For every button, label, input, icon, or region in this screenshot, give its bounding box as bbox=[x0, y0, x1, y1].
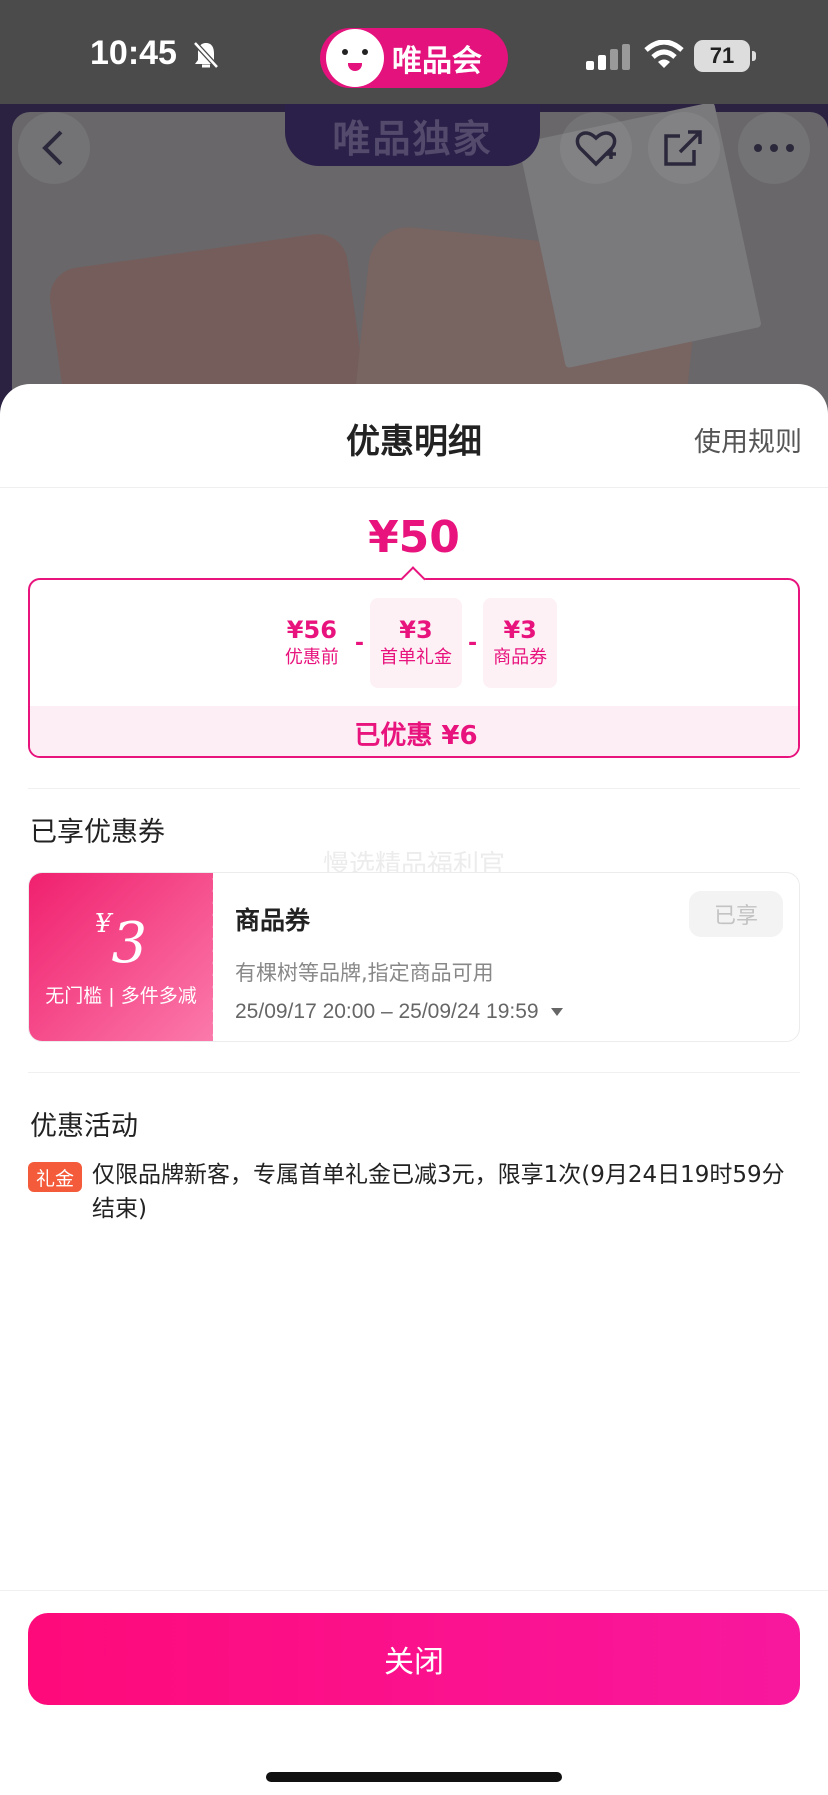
gift-cash-tag: 礼金 bbox=[28, 1162, 82, 1192]
battery-level: 71 bbox=[709, 43, 735, 68]
usage-rules-link[interactable]: 使用规则 bbox=[694, 420, 802, 459]
breakdown-label: 首单礼金 bbox=[380, 647, 452, 668]
breakdown-label: 商品券 bbox=[493, 647, 548, 668]
chevron-down-icon[interactable] bbox=[550, 1008, 563, 1017]
minus-operator: - bbox=[354, 630, 364, 656]
coupon-card[interactable]: ¥3 无门槛 | 多件多减 商品券 已享 有棵树等品牌,指定商品可用 25/09… bbox=[28, 872, 800, 1042]
coupon-value-panel: ¥3 无门槛 | 多件多减 bbox=[29, 873, 213, 1041]
section-divider bbox=[28, 788, 800, 789]
home-indicator[interactable] bbox=[266, 1772, 562, 1782]
first-order-gift-item: ¥3 首单礼金 bbox=[370, 598, 462, 688]
app-logo-icon bbox=[326, 29, 384, 87]
coupon-amount: ¥3 bbox=[29, 909, 213, 976]
breakdown-amount: ¥3 bbox=[399, 616, 433, 644]
coupon-currency: ¥ bbox=[94, 909, 112, 939]
cellular-signal-icon bbox=[586, 44, 630, 70]
coupon-enjoyed-badge: 已享 bbox=[689, 891, 783, 937]
original-price-item: ¥56 优惠前 bbox=[275, 598, 349, 688]
product-coupon-item: ¥3 商品券 bbox=[483, 598, 558, 688]
minus-operator: - bbox=[468, 630, 478, 656]
coupon-name: 商品券 bbox=[235, 906, 311, 935]
coupon-description: 有棵树等品牌,指定商品可用 bbox=[235, 961, 494, 985]
breakdown-amount: ¥3 bbox=[503, 616, 537, 644]
close-button[interactable]: 关闭 bbox=[28, 1613, 800, 1705]
final-price: ¥50 bbox=[368, 512, 460, 563]
coupon-amount-value: 3 bbox=[111, 911, 148, 976]
status-bar: 10:45 唯品会 71 bbox=[0, 0, 828, 104]
breakdown-amount: ¥56 bbox=[286, 616, 337, 644]
coupon-validity-text: 25/09/17 20:00 – 25/09/24 19:59 bbox=[235, 1000, 539, 1023]
activity-section-title: 优惠活动 bbox=[30, 1111, 138, 1142]
silent-bell-icon bbox=[192, 40, 220, 70]
app-name: 唯品会 bbox=[392, 44, 482, 79]
coupon-validity[interactable]: 25/09/17 20:00 – 25/09/24 19:59 bbox=[235, 1000, 563, 1024]
coupon-condition: 无门槛 | 多件多减 bbox=[45, 985, 197, 1007]
section-divider bbox=[28, 1072, 800, 1073]
discount-detail-sheet: 优惠明细 使用规则 ¥50 ¥56 优惠前 - ¥3 首单礼金 - ¥3 商品券… bbox=[0, 384, 828, 1795]
breakdown-label: 优惠前 bbox=[284, 647, 339, 668]
battery-icon: 71 bbox=[694, 40, 756, 72]
app-badge[interactable]: 唯品会 bbox=[320, 28, 508, 88]
wifi-icon bbox=[644, 40, 684, 68]
status-time: 10:45 bbox=[90, 34, 177, 72]
coupon-perforation bbox=[209, 873, 217, 1041]
price-breakdown-row: ¥56 优惠前 - ¥3 首单礼金 - ¥3 商品券 bbox=[30, 598, 798, 688]
activity-description: 仅限品牌新客，专属首单礼金已减3元，限享1次(9月24日19时59分结束) bbox=[92, 1162, 785, 1222]
sheet-header: 优惠明细 使用规则 bbox=[0, 384, 828, 488]
price-breakdown-box: ¥56 优惠前 - ¥3 首单礼金 - ¥3 商品券 已优惠 ¥6 bbox=[28, 578, 800, 758]
sheet-footer: 关闭 bbox=[0, 1590, 828, 1795]
total-saved-bar: 已优惠 ¥6 bbox=[30, 706, 798, 756]
